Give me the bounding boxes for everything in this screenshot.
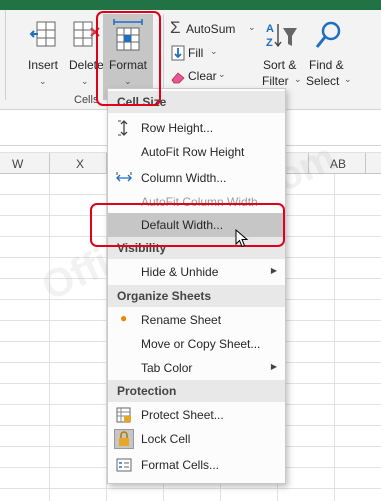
insert-label: Insert [28, 58, 59, 72]
delete-chevron-icon: ⌄ [81, 76, 89, 86]
lock-cell-item[interactable]: Lock Cell [108, 427, 285, 451]
clear-label: Clear [188, 69, 217, 83]
row-height-icon [118, 120, 128, 136]
protect-sheet-icon [116, 407, 131, 423]
ribbon-left-edge [0, 10, 6, 100]
organize-sheets-header: Organize Sheets [108, 285, 285, 307]
column-width-icon [116, 172, 132, 182]
svg-text:Z: Z [266, 37, 273, 49]
autosum-label: AutoSum [186, 22, 236, 36]
submenu-arrow-icon: ▶ [270, 266, 277, 275]
row-height-label: Row Height... [141, 121, 214, 135]
bullet-icon: ● [120, 311, 128, 325]
svg-text:A: A [266, 23, 274, 35]
lock-icon [114, 429, 134, 449]
column-width-item[interactable]: Column Width... [108, 166, 285, 190]
hide-unhide-item[interactable]: Hide & Unhide ▶ [108, 260, 285, 284]
column-separator [49, 153, 50, 174]
sort-filter-label-line1: Sort & [263, 58, 297, 72]
lock-cell-label: Lock Cell [141, 432, 191, 446]
rename-sheet-label: Rename Sheet [141, 313, 222, 327]
sort-filter-icon: A Z [266, 23, 297, 49]
row-height-item[interactable]: Row Height... [108, 116, 285, 140]
move-copy-sheet-item[interactable]: Move or Copy Sheet... [108, 332, 285, 356]
format-dropdown-menu: Cell Size Row Height... AutoFit Row Heig… [107, 88, 286, 484]
cells-group-label: Cells [74, 94, 99, 106]
excel-window: { "ribbon": { "insert_label": "Insert", … [0, 0, 381, 501]
title-bar-strip [0, 0, 381, 10]
autofit-row-height-item[interactable]: AutoFit Row Height [108, 140, 285, 164]
insert-button[interactable]: Insert ⌄ [22, 16, 66, 96]
protect-sheet-item[interactable]: Protect Sheet... [108, 403, 285, 427]
column-header-x[interactable]: X [76, 157, 84, 171]
sort-filter-label-line2: Filter [262, 74, 289, 88]
magnifier-icon [315, 21, 341, 48]
autosum-button[interactable]: Σ AutoSum ⌄ [168, 18, 258, 40]
format-cells-label: Format Cells... [141, 458, 220, 472]
find-select-label-line1: Find & [309, 58, 344, 72]
format-highlight-box [96, 11, 161, 106]
tab-color-label: Tab Color [141, 361, 193, 375]
insert-cells-icon [29, 21, 56, 47]
column-width-label: Column Width... [141, 171, 227, 185]
fill-chevron-icon: ⌄ [210, 46, 218, 56]
sort-filter-button[interactable]: A Z Sort & Filter ⌄ [258, 16, 304, 96]
find-select-label-line2: Select [306, 74, 340, 88]
fill-button[interactable]: Fill ⌄ [168, 44, 228, 64]
autosum-chevron-icon: ⌄ [248, 22, 256, 32]
rename-sheet-item[interactable]: ● Rename Sheet [108, 308, 285, 332]
column-header-w[interactable]: W [12, 157, 23, 171]
format-cells-item[interactable]: Format Cells... [108, 453, 285, 477]
protect-sheet-label: Protect Sheet... [141, 408, 224, 422]
insert-chevron-icon: ⌄ [39, 76, 47, 86]
autofit-row-height-label: AutoFit Row Height [141, 145, 245, 159]
mouse-cursor-icon [235, 229, 249, 248]
fill-label: Fill [188, 46, 204, 60]
column-separator [365, 153, 366, 174]
autosum-icon: Σ [170, 18, 181, 37]
format-cells-menu-icon [116, 458, 132, 472]
default-width-highlight-box [90, 203, 285, 247]
move-copy-sheet-label: Move or Copy Sheet... [141, 337, 261, 351]
hide-unhide-label: Hide & Unhide [141, 265, 219, 279]
submenu-arrow-icon: ▶ [270, 362, 277, 371]
clear-chevron-icon: ⌄ [218, 69, 226, 79]
fill-down-icon [171, 45, 185, 61]
sort-filter-chevron-icon: ⌄ [294, 74, 302, 84]
eraser-icon [171, 72, 185, 84]
tab-color-item[interactable]: Tab Color ▶ [108, 356, 285, 380]
find-select-button[interactable]: Find & Select ⌄ [304, 16, 354, 96]
find-select-chevron-icon: ⌄ [344, 74, 352, 84]
protection-header: Protection [108, 380, 285, 402]
clear-button[interactable]: Clear ⌄ [168, 67, 238, 87]
